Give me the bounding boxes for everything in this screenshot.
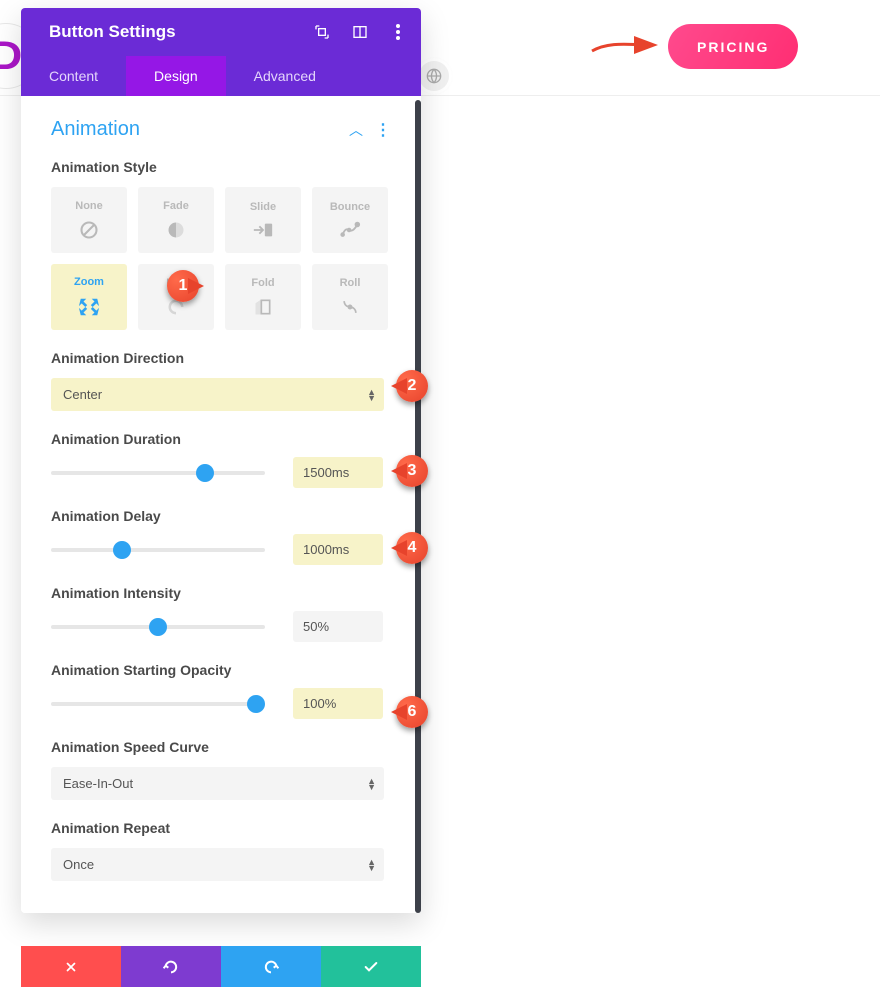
tab-design[interactable]: Design [126, 56, 226, 96]
tab-advanced[interactable]: Advanced [226, 56, 344, 96]
more-icon[interactable] [389, 23, 407, 41]
direction-value: Center [63, 387, 102, 402]
redo-button[interactable] [221, 946, 321, 987]
undo-button[interactable] [121, 946, 221, 987]
none-icon [79, 220, 99, 240]
callout-1: 1 [167, 270, 199, 302]
globe-icon[interactable] [419, 61, 449, 91]
panel-footer [21, 946, 421, 987]
delay-slider[interactable] [51, 548, 265, 552]
panel-header: Button Settings [21, 8, 421, 56]
columns-icon[interactable] [351, 23, 369, 41]
style-fade[interactable]: Fade [138, 187, 214, 253]
select-caret-icon: ▲▼ [367, 778, 376, 790]
label-repeat: Animation Repeat [51, 820, 391, 836]
delay-value[interactable]: 1000ms [293, 534, 383, 565]
chevron-up-icon[interactable]: ︿ [349, 120, 363, 140]
tabs: Content Design Advanced [21, 56, 421, 96]
duration-slider[interactable] [51, 471, 265, 475]
roll-icon [340, 297, 360, 317]
slide-icon [252, 221, 274, 239]
callout-3: 3 [396, 455, 428, 487]
speed-curve-select[interactable]: Ease-In-Out ▲▼ [51, 767, 384, 800]
responsive-icon[interactable] [313, 23, 331, 41]
style-bounce[interactable]: Bounce [312, 187, 388, 253]
duration-value[interactable]: 1500ms [293, 457, 383, 488]
label-start-opacity: Animation Starting Opacity [51, 662, 391, 678]
intensity-thumb[interactable] [149, 618, 167, 636]
callout-6: 6 [396, 696, 428, 728]
label-direction: Animation Direction [51, 350, 391, 366]
callout-2: 2 [396, 370, 428, 402]
speed-curve-value: Ease-In-Out [63, 776, 133, 791]
label-intensity: Animation Intensity [51, 585, 391, 601]
panel-divider [415, 100, 421, 913]
logo-letter: D [0, 34, 22, 79]
fade-icon [166, 220, 186, 240]
style-zoom[interactable]: Zoom [51, 264, 127, 330]
style-fold[interactable]: Fold [225, 264, 301, 330]
section-more-icon[interactable]: ⋮ [375, 120, 391, 140]
repeat-select[interactable]: Once ▲▼ [51, 848, 384, 881]
arrow-annotation [590, 31, 660, 59]
label-speed-curve: Animation Speed Curve [51, 739, 391, 755]
select-caret-icon: ▲▼ [367, 389, 376, 401]
opacity-thumb[interactable] [247, 695, 265, 713]
callout-4: 4 [396, 532, 428, 564]
style-none[interactable]: None [51, 187, 127, 253]
save-button[interactable] [321, 946, 421, 987]
delay-thumb[interactable] [113, 541, 131, 559]
bounce-icon [339, 221, 361, 239]
opacity-value[interactable]: 100% [293, 688, 383, 719]
repeat-value: Once [63, 857, 94, 872]
section-title[interactable]: Animation [51, 118, 140, 141]
pricing-button[interactable]: PRICING [668, 24, 798, 69]
duration-thumb[interactable] [196, 464, 214, 482]
cancel-button[interactable] [21, 946, 121, 987]
direction-select[interactable]: Center ▲▼ [51, 378, 384, 411]
style-roll[interactable]: Roll [312, 264, 388, 330]
fold-icon [253, 297, 273, 317]
style-slide[interactable]: Slide [225, 187, 301, 253]
style-grid: None Fade Slide Bounce Zoom [51, 187, 391, 330]
panel-title: Button Settings [49, 22, 176, 42]
opacity-slider[interactable] [51, 702, 265, 706]
tab-content[interactable]: Content [21, 56, 126, 96]
select-caret-icon: ▲▼ [367, 859, 376, 871]
label-delay: Animation Delay [51, 508, 391, 524]
label-duration: Animation Duration [51, 431, 391, 447]
zoom-icon [78, 296, 100, 318]
intensity-slider[interactable] [51, 625, 265, 629]
label-animation-style: Animation Style [51, 159, 391, 175]
settings-panel: Button Settings Content Design Advanced … [21, 8, 421, 913]
intensity-value[interactable]: 50% [293, 611, 383, 642]
